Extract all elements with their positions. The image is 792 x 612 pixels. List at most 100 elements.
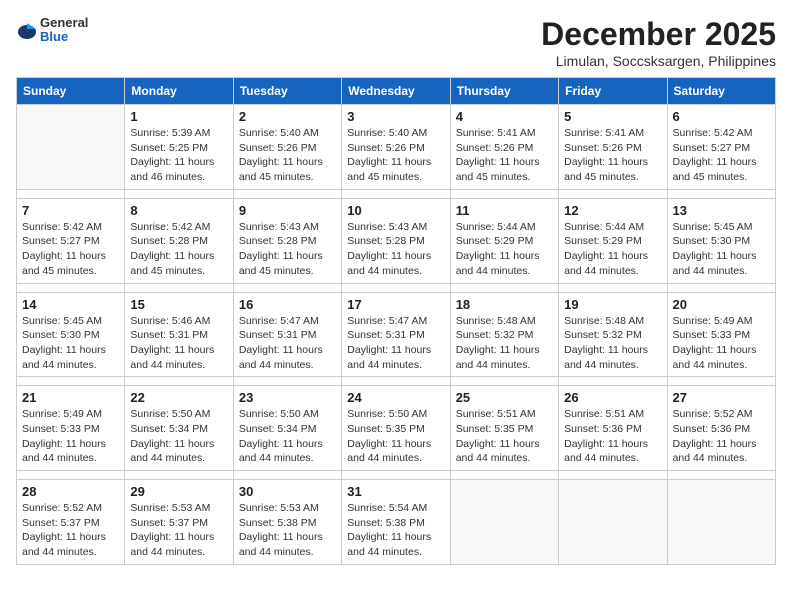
calendar-cell: 1Sunrise: 5:39 AMSunset: 5:25 PMDaylight… xyxy=(125,105,233,190)
day-number: 22 xyxy=(130,390,227,405)
day-info: Sunrise: 5:43 AMSunset: 5:28 PMDaylight:… xyxy=(239,220,336,279)
day-number: 3 xyxy=(347,109,444,124)
logo: General Blue xyxy=(16,16,88,45)
day-number: 20 xyxy=(673,297,770,312)
calendar-header-sunday: Sunday xyxy=(17,78,125,105)
calendar-cell: 19 Sunrise: 5:48 AMSunset: 5:32 PMDayligh… xyxy=(559,292,667,377)
calendar-row-divider xyxy=(17,471,776,480)
day-info: Sunrise: 5:52 AMSunset: 5:37 PMDaylight:… xyxy=(22,501,119,560)
day-number: 18 xyxy=(456,297,553,312)
day-number: 17 xyxy=(347,297,444,312)
calendar-row-divider xyxy=(17,283,776,292)
logo-bird-icon xyxy=(16,19,38,41)
calendar-cell: 6Sunrise: 5:42 AMSunset: 5:27 PMDaylight… xyxy=(667,105,775,190)
day-number: 9 xyxy=(239,203,336,218)
day-info: Sunrise: 5:49 AMSunset: 5:33 PMDaylight:… xyxy=(673,314,770,373)
day-number: 11 xyxy=(456,203,553,218)
day-info: Sunrise: 5:48 AMSunset: 5:32 PMDaylight:… xyxy=(564,314,661,373)
calendar-cell xyxy=(559,480,667,565)
calendar-header-monday: Monday xyxy=(125,78,233,105)
day-number: 4 xyxy=(456,109,553,124)
calendar-week-row: 1Sunrise: 5:39 AMSunset: 5:25 PMDaylight… xyxy=(17,105,776,190)
calendar-cell: 23 Sunrise: 5:50 AMSunset: 5:34 PMDayligh… xyxy=(233,386,341,471)
day-info: Sunrise: 5:46 AMSunset: 5:31 PMDaylight:… xyxy=(130,314,227,373)
day-info: Sunrise: 5:52 AMSunset: 5:36 PMDaylight:… xyxy=(673,407,770,466)
title-block: December 2025 Limulan, Soccsksargen, Phi… xyxy=(541,16,776,69)
day-number: 21 xyxy=(22,390,119,405)
calendar-cell: 11 Sunrise: 5:44 AMSunset: 5:29 PMDayligh… xyxy=(450,198,558,283)
day-number: 10 xyxy=(347,203,444,218)
day-number: 23 xyxy=(239,390,336,405)
calendar-cell: 8Sunrise: 5:42 AMSunset: 5:28 PMDaylight… xyxy=(125,198,233,283)
day-info: Sunrise: 5:49 AMSunset: 5:33 PMDaylight:… xyxy=(22,407,119,466)
day-number: 13 xyxy=(673,203,770,218)
day-info: Sunrise: 5:48 AMSunset: 5:32 PMDaylight:… xyxy=(456,314,553,373)
day-info: Sunrise: 5:45 AMSunset: 5:30 PMDaylight:… xyxy=(22,314,119,373)
calendar-cell: 13Sunrise: 5:45 AMSunset: 5:30 PMDayligh… xyxy=(667,198,775,283)
calendar-cell: 10 Sunrise: 5:43 AMSunset: 5:28 PMDayligh… xyxy=(342,198,450,283)
calendar-cell: 7Sunrise: 5:42 AMSunset: 5:27 PMDaylight… xyxy=(17,198,125,283)
day-number: 16 xyxy=(239,297,336,312)
page-header: General Blue December 2025 Limulan, Socc… xyxy=(16,16,776,69)
calendar-header-friday: Friday xyxy=(559,78,667,105)
calendar-cell: 29Sunrise: 5:53 AMSunset: 5:37 PMDayligh… xyxy=(125,480,233,565)
day-number: 24 xyxy=(347,390,444,405)
day-number: 19 xyxy=(564,297,661,312)
calendar-week-row: 7Sunrise: 5:42 AMSunset: 5:27 PMDaylight… xyxy=(17,198,776,283)
day-number: 8 xyxy=(130,203,227,218)
calendar-cell: 2Sunrise: 5:40 AMSunset: 5:26 PMDaylight… xyxy=(233,105,341,190)
calendar-week-row: 21 Sunrise: 5:49 AMSunset: 5:33 PMDayligh… xyxy=(17,386,776,471)
day-info: Sunrise: 5:40 AMSunset: 5:26 PMDaylight:… xyxy=(239,126,336,185)
calendar-cell xyxy=(17,105,125,190)
calendar-header-saturday: Saturday xyxy=(667,78,775,105)
calendar-cell: 4Sunrise: 5:41 AMSunset: 5:26 PMDaylight… xyxy=(450,105,558,190)
day-info: Sunrise: 5:44 AMSunset: 5:29 PMDaylight:… xyxy=(456,220,553,279)
day-number: 14 xyxy=(22,297,119,312)
calendar-cell: 25Sunrise: 5:51 AMSunset: 5:35 PMDayligh… xyxy=(450,386,558,471)
calendar-cell: 24 Sunrise: 5:50 AMSunset: 5:35 PMDayligh… xyxy=(342,386,450,471)
day-number: 27 xyxy=(673,390,770,405)
day-info: Sunrise: 5:50 AMSunset: 5:34 PMDaylight:… xyxy=(239,407,336,466)
calendar-header-row: SundayMondayTuesdayWednesdayThursdayFrid… xyxy=(17,78,776,105)
day-number: 25 xyxy=(456,390,553,405)
calendar-cell: 12Sunrise: 5:44 AMSunset: 5:29 PMDayligh… xyxy=(559,198,667,283)
calendar-cell xyxy=(667,480,775,565)
calendar-header-tuesday: Tuesday xyxy=(233,78,341,105)
day-info: Sunrise: 5:40 AMSunset: 5:26 PMDaylight:… xyxy=(347,126,444,185)
day-number: 30 xyxy=(239,484,336,499)
calendar-cell xyxy=(450,480,558,565)
calendar-cell: 31 Sunrise: 5:54 AMSunset: 5:38 PMDayligh… xyxy=(342,480,450,565)
day-info: Sunrise: 5:39 AMSunset: 5:25 PMDaylight:… xyxy=(130,126,227,185)
day-number: 6 xyxy=(673,109,770,124)
calendar-table: SundayMondayTuesdayWednesdayThursdayFrid… xyxy=(16,77,776,565)
calendar-header-thursday: Thursday xyxy=(450,78,558,105)
day-info: Sunrise: 5:41 AMSunset: 5:26 PMDaylight:… xyxy=(564,126,661,185)
day-info: Sunrise: 5:54 AMSunset: 5:38 PMDaylight:… xyxy=(347,501,444,560)
day-number: 28 xyxy=(22,484,119,499)
calendar-row-divider xyxy=(17,189,776,198)
day-number: 5 xyxy=(564,109,661,124)
calendar-cell: 16Sunrise: 5:47 AMSunset: 5:31 PMDayligh… xyxy=(233,292,341,377)
day-number: 12 xyxy=(564,203,661,218)
calendar-header-wednesday: Wednesday xyxy=(342,78,450,105)
day-number: 26 xyxy=(564,390,661,405)
day-number: 29 xyxy=(130,484,227,499)
calendar-cell: 28 Sunrise: 5:52 AMSunset: 5:37 PMDayligh… xyxy=(17,480,125,565)
calendar-week-row: 28 Sunrise: 5:52 AMSunset: 5:37 PMDayligh… xyxy=(17,480,776,565)
day-info: Sunrise: 5:50 AMSunset: 5:35 PMDaylight:… xyxy=(347,407,444,466)
logo-general-text: General xyxy=(40,16,88,30)
day-info: Sunrise: 5:50 AMSunset: 5:34 PMDaylight:… xyxy=(130,407,227,466)
day-info: Sunrise: 5:53 AMSunset: 5:38 PMDaylight:… xyxy=(239,501,336,560)
calendar-cell: 21 Sunrise: 5:49 AMSunset: 5:33 PMDayligh… xyxy=(17,386,125,471)
month-title: December 2025 xyxy=(541,16,776,53)
calendar-cell: 9 Sunrise: 5:43 AMSunset: 5:28 PMDaylight… xyxy=(233,198,341,283)
calendar-cell: 18 Sunrise: 5:48 AMSunset: 5:32 PMDayligh… xyxy=(450,292,558,377)
calendar-cell: 5 Sunrise: 5:41 AMSunset: 5:26 PMDaylight… xyxy=(559,105,667,190)
day-info: Sunrise: 5:42 AMSunset: 5:27 PMDaylight:… xyxy=(22,220,119,279)
calendar-cell: 17Sunrise: 5:47 AMSunset: 5:31 PMDayligh… xyxy=(342,292,450,377)
day-info: Sunrise: 5:51 AMSunset: 5:36 PMDaylight:… xyxy=(564,407,661,466)
day-number: 31 xyxy=(347,484,444,499)
day-info: Sunrise: 5:43 AMSunset: 5:28 PMDaylight:… xyxy=(347,220,444,279)
calendar-cell: 14 Sunrise: 5:45 AMSunset: 5:30 PMDayligh… xyxy=(17,292,125,377)
calendar-cell: 3 Sunrise: 5:40 AMSunset: 5:26 PMDaylight… xyxy=(342,105,450,190)
